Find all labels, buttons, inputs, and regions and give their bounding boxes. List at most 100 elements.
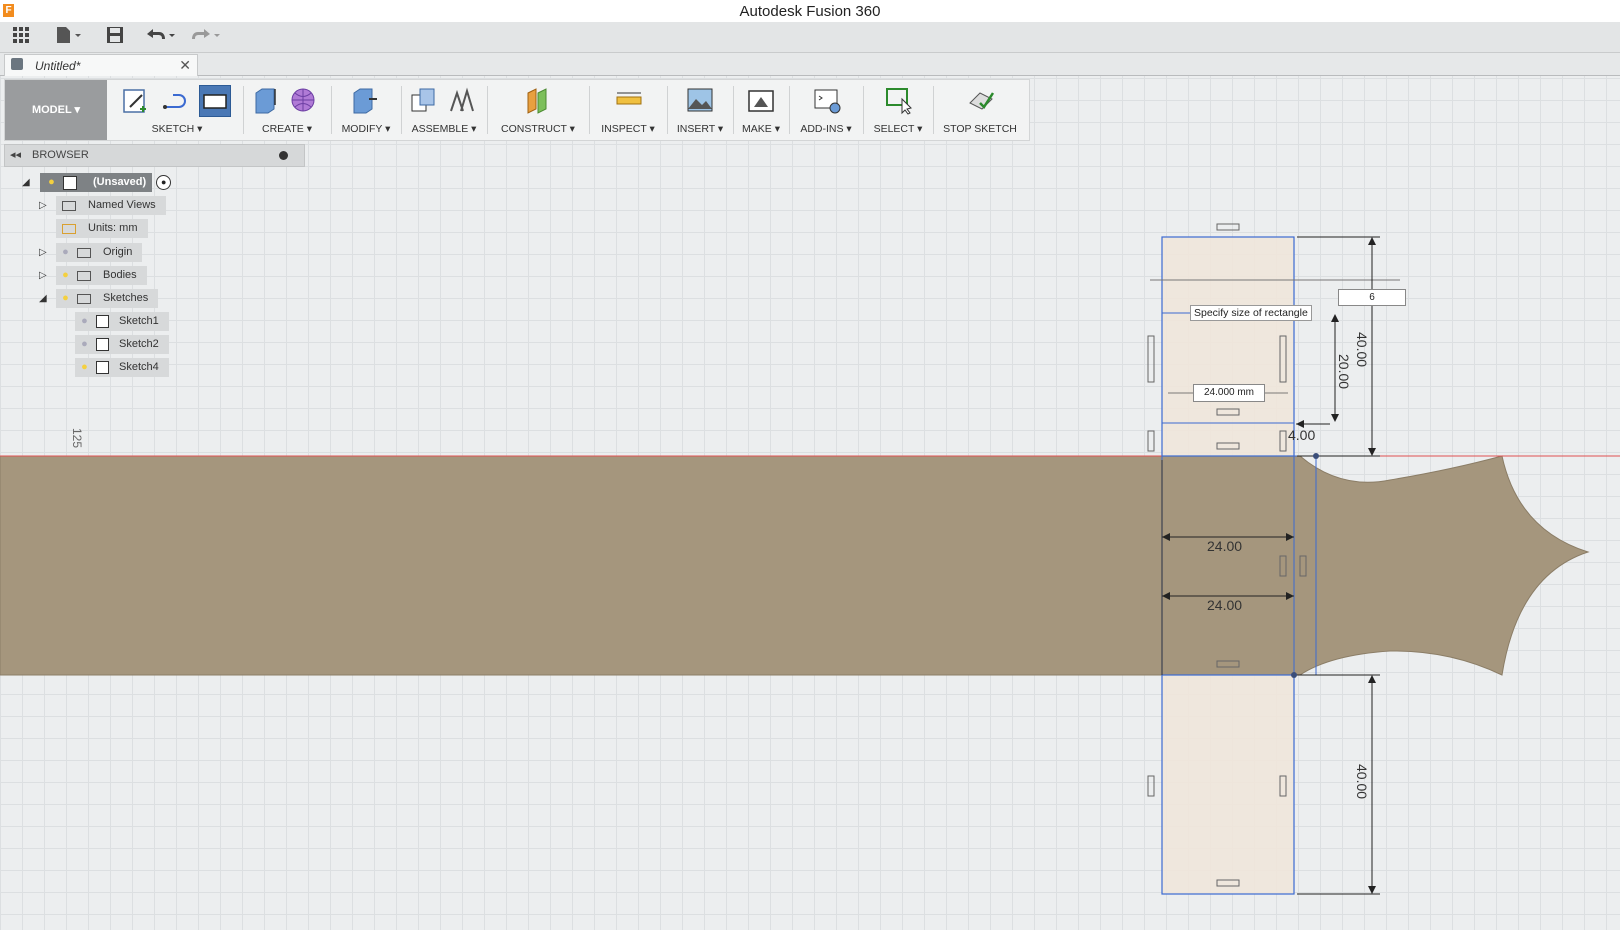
browser-item-origin[interactable]: ● Origin (56, 243, 143, 262)
dimension-top-height[interactable]: 40.00 (1354, 332, 1370, 367)
modify-group: MODIFY ▾ (333, 80, 399, 140)
joint-icon[interactable] (447, 85, 477, 115)
rectangle-size-input[interactable]: 6 (1338, 289, 1406, 306)
addins-label: ADD-INS (800, 123, 844, 135)
form-icon[interactable] (289, 85, 319, 115)
data-panel-grid-icon[interactable] (12, 26, 30, 48)
sketch-icon (96, 361, 109, 374)
modify-label: MODIFY (341, 123, 383, 135)
select-icon[interactable] (884, 85, 914, 115)
document-tab-label: Untitled* (35, 59, 81, 73)
dimension-inner-height[interactable]: 20.00 (1336, 354, 1352, 389)
browser-options-icon[interactable] (279, 151, 288, 160)
browser-item-named-views[interactable]: Named Views (56, 196, 166, 215)
inspect-label: INSPECT (601, 123, 647, 135)
file-menu-icon[interactable] (55, 26, 83, 48)
make-group: MAKE ▾ (735, 80, 787, 140)
stop-sketch-label: STOP SKETCH (943, 123, 1017, 135)
expand-named-views-icon[interactable]: ▷ (39, 200, 47, 211)
insert-image-icon[interactable] (685, 85, 715, 115)
sketch-label: SKETCH (151, 123, 195, 135)
new-component-icon[interactable] (408, 85, 438, 115)
browser-title: BROWSER (32, 149, 89, 161)
browser-item-sketch2[interactable]: ● Sketch2 (75, 335, 169, 354)
browser-item-units[interactable]: Units: mm (56, 219, 148, 238)
sketch-menu[interactable]: SKETCH ▾ (113, 123, 241, 135)
sketch-icon (96, 315, 109, 328)
activate-radio-icon[interactable]: ● (156, 175, 172, 190)
collapse-browser-icon[interactable]: ◂◂ (10, 148, 21, 161)
width-input[interactable]: 24.000 mm (1193, 384, 1265, 402)
collapse-root-icon[interactable]: ◢ (22, 177, 30, 188)
assemble-label: ASSEMBLE (411, 123, 469, 135)
component-icon (11, 58, 23, 70)
offset-plane-icon[interactable] (524, 85, 554, 115)
document-icon (63, 175, 77, 190)
close-tab-icon[interactable]: ✕ (179, 57, 191, 74)
named-views-label: Named Views (88, 199, 156, 211)
browser-item-sketches[interactable]: ● Sketches (56, 289, 159, 308)
design-canvas[interactable]: 125 6 Specify size of rectangle 24.000 m… (0, 76, 1620, 930)
save-icon[interactable] (106, 26, 124, 48)
modify-menu[interactable]: MODIFY ▾ (333, 123, 399, 135)
title-bar: F Autodesk Fusion 360 (0, 0, 1620, 22)
3d-print-icon[interactable] (746, 85, 776, 115)
construct-group: CONSTRUCT ▾ (489, 80, 587, 140)
assemble-group: ASSEMBLE ▾ (403, 80, 485, 140)
scripts-addins-icon[interactable] (812, 85, 842, 115)
browser-item-bodies[interactable]: ● Bodies (56, 266, 147, 285)
ruler-label: 125 (70, 428, 84, 449)
origin-label: Origin (103, 246, 133, 258)
dimension-bottom-height[interactable]: 40.00 (1354, 764, 1370, 799)
insert-menu[interactable]: INSERT ▾ (669, 123, 731, 135)
rectangle-tool-icon[interactable] (198, 85, 231, 117)
ribbon-toolbar: MODEL ▾ SKETCH ▾ CREATE ▾ MODIFY ▾ ASSEM… (4, 79, 1030, 141)
construct-menu[interactable]: CONSTRUCT ▾ (489, 123, 587, 135)
workspace-label: MODEL (31, 104, 72, 116)
press-pull-icon[interactable] (349, 85, 379, 115)
workspace-switcher-button[interactable]: MODEL ▾ (5, 80, 107, 140)
create-label: CREATE (261, 123, 304, 135)
canvas-graphics (0, 223, 1620, 895)
expand-bodies-icon[interactable]: ▷ (39, 270, 47, 281)
insert-label: INSERT (676, 123, 715, 135)
dimension-width-b[interactable]: 24.00 (1207, 597, 1242, 613)
document-tab[interactable]: Untitled* ✕ (4, 54, 198, 76)
visibility-bulb-icon[interactable]: ● (79, 338, 90, 351)
make-label: MAKE (742, 123, 772, 135)
redo-icon[interactable] (190, 26, 222, 48)
dimension-small[interactable]: 4.00 (1288, 427, 1315, 443)
visibility-bulb-icon[interactable]: ● (79, 315, 90, 328)
sketch-icon (96, 338, 109, 351)
visibility-bulb-icon[interactable]: ● (60, 246, 71, 259)
create-menu[interactable]: CREATE ▾ (245, 123, 329, 135)
dimension-width-a[interactable]: 24.00 (1207, 538, 1242, 554)
inspect-group: INSPECT ▾ (591, 80, 665, 140)
extrude-icon[interactable] (250, 85, 280, 115)
visibility-bulb-icon[interactable]: ● (79, 361, 90, 374)
make-menu[interactable]: MAKE ▾ (735, 123, 787, 135)
units-icon (62, 223, 76, 234)
inspect-menu[interactable]: INSPECT ▾ (591, 123, 665, 135)
browser-root-node[interactable]: ● (Unsaved) ● (40, 173, 172, 192)
assemble-menu[interactable]: ASSEMBLE ▾ (403, 123, 485, 135)
undo-icon[interactable] (145, 26, 177, 48)
expand-origin-icon[interactable]: ▷ (39, 247, 47, 258)
line-tool-icon[interactable] (159, 85, 189, 115)
units-label: Units: mm (88, 222, 138, 234)
select-label: SELECT (873, 123, 915, 135)
visibility-bulb-icon[interactable]: ● (46, 176, 57, 189)
browser-header[interactable]: ◂◂ BROWSER (4, 144, 305, 167)
stop-sketch-icon[interactable] (966, 85, 996, 115)
addins-menu[interactable]: ADD-INS ▾ (791, 123, 861, 135)
collapse-sketches-icon[interactable]: ◢ (39, 293, 47, 304)
select-menu[interactable]: SELECT ▾ (865, 123, 931, 135)
visibility-bulb-icon[interactable]: ● (60, 269, 71, 282)
browser-item-sketch1[interactable]: ● Sketch1 (75, 312, 169, 331)
measure-icon[interactable] (614, 85, 644, 115)
create-sketch-icon[interactable] (120, 85, 150, 115)
stop-sketch-group[interactable]: STOP SKETCH (935, 80, 1025, 140)
visibility-bulb-icon[interactable]: ● (60, 292, 71, 305)
browser-item-sketch4[interactable]: ● Sketch4 (75, 358, 169, 377)
insert-group: INSERT ▾ (669, 80, 731, 140)
